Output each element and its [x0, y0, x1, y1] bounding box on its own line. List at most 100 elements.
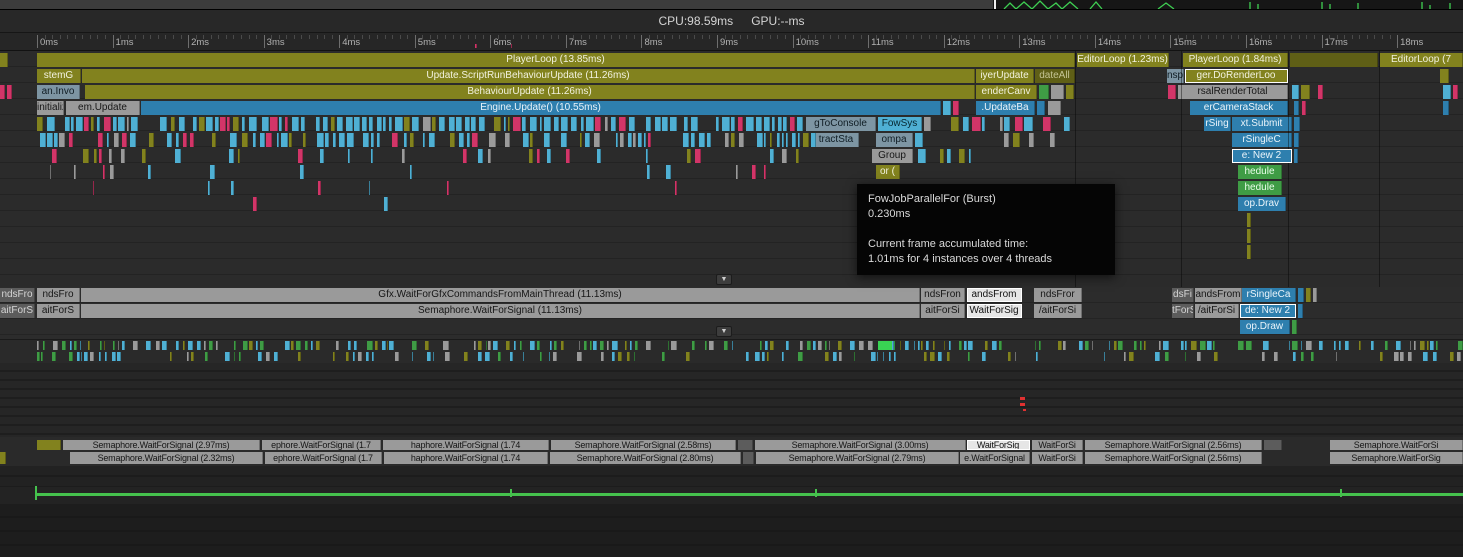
sample-fragment[interactable] [1066, 85, 1074, 99]
sample-bar[interactable] [850, 341, 855, 350]
sample-bar[interactable] [91, 117, 94, 131]
sample-bar[interactable] [1191, 341, 1197, 350]
sample-bar[interactable] [93, 181, 94, 195]
sample-bar[interactable]: iyerUpdate [976, 69, 1034, 83]
sample-bar[interactable] [183, 341, 185, 350]
sample-bar[interactable] [242, 117, 245, 131]
sample-bar[interactable] [933, 341, 935, 350]
sample-fragment[interactable] [1247, 245, 1251, 259]
sample-bar[interactable] [825, 341, 827, 350]
sample-bar[interactable] [1207, 341, 1212, 350]
sample-bar[interactable]: .UpdateBa [976, 101, 1035, 115]
sample-bar[interactable] [187, 352, 189, 361]
sample-bar[interactable] [930, 352, 935, 361]
sample-bar[interactable] [900, 341, 902, 350]
sample-fragment[interactable] [1247, 213, 1251, 227]
sample-bar[interactable] [62, 341, 66, 350]
sample-bar[interactable] [554, 341, 557, 350]
sample-bar[interactable] [336, 341, 339, 350]
sample-bar[interactable] [877, 352, 878, 361]
sample-bar[interactable] [99, 352, 101, 361]
sample-bar[interactable] [439, 117, 445, 131]
sample-bar[interactable] [1109, 341, 1110, 350]
sample-bar[interactable] [959, 341, 963, 350]
sample-bar[interactable] [683, 133, 689, 147]
sample-bar[interactable] [530, 117, 537, 131]
sample-bar[interactable] [471, 117, 475, 131]
sample-bar[interactable] [786, 133, 788, 147]
sample-bar[interactable] [584, 341, 587, 350]
sample-bar[interactable] [926, 341, 929, 350]
sample-bar[interactable] [1246, 341, 1252, 350]
sample-bar[interactable] [924, 117, 931, 131]
sample-bar[interactable] [1008, 352, 1011, 361]
sample-bar[interactable] [110, 165, 114, 179]
sample-bar[interactable] [43, 341, 45, 350]
sample-bar[interactable] [914, 341, 915, 350]
sample-bar[interactable] [670, 117, 676, 131]
sample-bar[interactable] [289, 133, 292, 147]
sample-bar[interactable] [234, 352, 235, 361]
sample-fragment[interactable] [943, 101, 951, 115]
sample-bar[interactable] [968, 352, 970, 361]
sample-bar[interactable] [756, 117, 761, 131]
sample-bar[interactable] [160, 117, 168, 131]
sample-bar[interactable] [270, 117, 277, 131]
sample-bar[interactable] [234, 341, 236, 350]
sample-bar[interactable] [513, 117, 520, 131]
sample-bar[interactable] [633, 133, 635, 147]
sample-bar[interactable] [112, 352, 116, 361]
sample-bar[interactable] [277, 133, 279, 147]
sample-bar[interactable] [1423, 352, 1428, 361]
sample-bar[interactable] [333, 133, 336, 147]
sample-bar[interactable] [146, 341, 151, 350]
sample-bar[interactable] [1359, 341, 1362, 350]
sample-bar[interactable] [894, 352, 896, 361]
sample-bar[interactable] [732, 341, 734, 350]
sample-fragment[interactable] [1037, 101, 1045, 115]
sample-bar[interactable] [450, 133, 455, 147]
sample-bar[interactable] [579, 341, 580, 350]
sample-bar[interactable] [782, 352, 784, 361]
sample-bar[interactable] [818, 341, 823, 350]
sample-bar[interactable] [963, 117, 969, 131]
sample-bar[interactable] [316, 341, 319, 350]
sample-bar[interactable] [266, 352, 270, 361]
sample-bar[interactable] [133, 341, 138, 350]
sample-bar[interactable] [666, 165, 671, 179]
sample-bar[interactable] [561, 341, 564, 350]
sample-bar[interactable] [691, 133, 695, 147]
sample-bar[interactable] [577, 352, 582, 361]
sample-bar[interactable] [1433, 352, 1437, 361]
sample-bar[interactable] [705, 341, 707, 350]
sample-bar[interactable] [915, 133, 923, 147]
sample-bar[interactable] [387, 341, 388, 350]
sample-bar[interactable] [972, 117, 981, 131]
sample-bar[interactable] [300, 165, 304, 179]
sample-bar[interactable]: ndsFro [0, 288, 35, 302]
sample-bar[interactable] [404, 117, 410, 131]
sample-bar[interactable] [204, 341, 206, 350]
sample-bar[interactable] [301, 117, 305, 131]
sample-bar[interactable] [467, 133, 470, 147]
sample-bar[interactable] [40, 133, 46, 147]
sample-bar[interactable] [298, 352, 301, 361]
sample-bar[interactable] [561, 133, 567, 147]
sample-bar[interactable] [348, 341, 351, 350]
sample-bar[interactable] [94, 149, 97, 163]
sample-bar[interactable] [117, 352, 121, 361]
sample-bar[interactable] [258, 352, 262, 361]
sample-bar[interactable] [707, 133, 711, 147]
sample-bar[interactable] [363, 133, 369, 147]
sample-bar[interactable]: Semaphore.WaitForSignal (2.97ms) [63, 440, 260, 450]
sample-bar[interactable]: Semaphore.WaitForSignal (2.79ms) [756, 452, 959, 464]
sample-bar[interactable] [722, 117, 729, 131]
sample-bar[interactable] [1400, 352, 1404, 361]
sample-bar[interactable] [98, 133, 104, 147]
sample-bar[interactable]: gToConsole [806, 117, 876, 131]
sample-bar[interactable] [686, 352, 690, 361]
sample-bar[interactable] [366, 352, 369, 361]
sample-bar[interactable] [478, 341, 482, 350]
sample-bar[interactable] [37, 341, 39, 350]
sample-bar[interactable] [104, 341, 106, 350]
